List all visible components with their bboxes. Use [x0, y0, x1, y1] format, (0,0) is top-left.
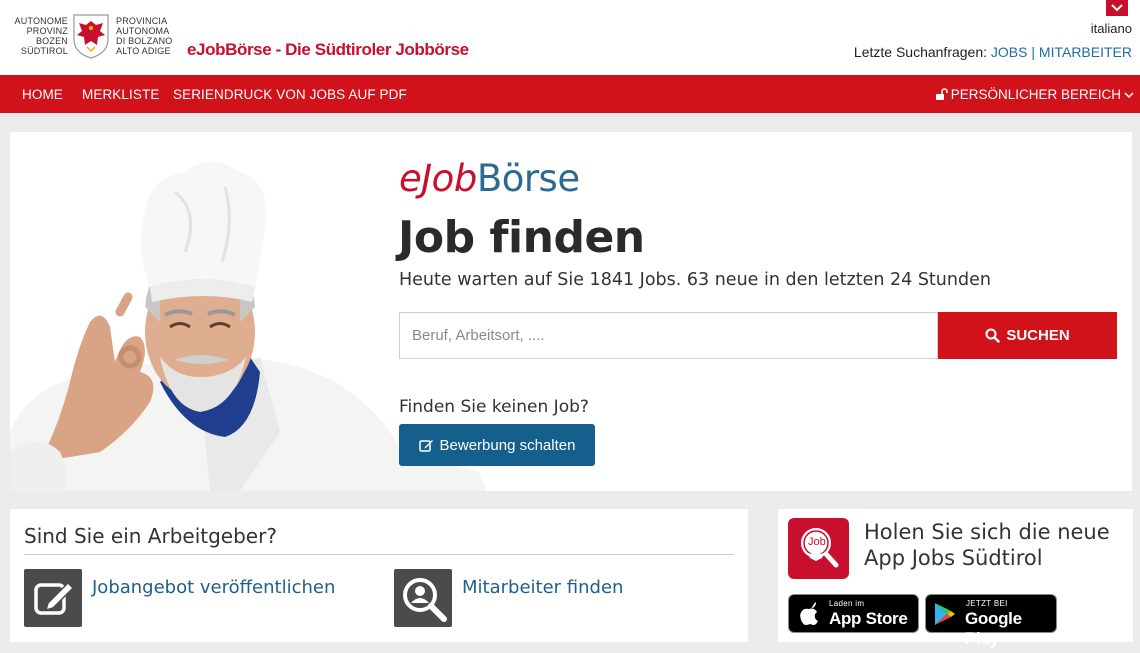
last-searches: Letzte Suchanfragen: JOBS | MITARBEITER — [854, 44, 1132, 60]
divider — [24, 554, 734, 555]
search-button-label: SUCHEN — [1006, 327, 1070, 344]
nav-personal-area[interactable]: PERSÖNLICHER BEREICH — [935, 87, 1134, 102]
logo-line: AUTONOMA — [116, 26, 170, 36]
google-play-icon — [935, 603, 955, 625]
brand-logo: eJobBörse — [399, 157, 580, 200]
unlock-icon — [935, 88, 948, 100]
app-store-small-label: Laden im — [829, 599, 865, 608]
publish-job-link[interactable]: Jobangebot veröffentlichen — [92, 577, 335, 598]
header: AUTONOME PROVINZ BOZEN SÜDTIROL PROVINCI… — [0, 0, 1140, 75]
last-searches-label: Letzte Suchanfragen: — [853, 44, 988, 60]
language-dropdown-toggle[interactable] — [1106, 0, 1128, 16]
site-title[interactable]: eJobBörse - Die Südtiroler Jobbörse — [187, 40, 469, 60]
logo-line: ALTO ADIGE — [116, 46, 171, 56]
app-promo-panel: Job Holen Sie sich die neue App Jobs Süd… — [778, 509, 1133, 648]
logo-line: DI BOLZANO — [116, 36, 173, 46]
google-play-small-label: JETZT BEI — [966, 599, 1008, 608]
hero-panel: eJobBörse Job finden Heute warten auf Si… — [10, 132, 1132, 491]
brand-logo-ejob: eJob — [399, 157, 477, 200]
search-button[interactable]: SUCHEN — [938, 312, 1117, 359]
job-search-input[interactable] — [399, 312, 938, 359]
apply-button-label: Bewerbung schalten — [439, 436, 576, 454]
apply-button[interactable]: Bewerbung schalten — [399, 424, 595, 466]
nav-bookmarks[interactable]: MERKLISTE — [82, 87, 159, 102]
nav-personal-label: PERSÖNLICHER BEREICH — [950, 87, 1121, 102]
last-searches-staff-link[interactable]: MITARBEITER — [1039, 44, 1132, 60]
nav-print-pdf[interactable]: SERIENDRUCK VON JOBS AUF PDF — [173, 87, 407, 102]
eagle-crest-icon[interactable] — [72, 13, 110, 59]
employer-panel: Sind Sie ein Arbeitgeber? Jobangebot ver… — [10, 509, 748, 642]
logo-line: PROVINZ — [26, 26, 68, 36]
nav-home[interactable]: HOME — [22, 87, 63, 102]
apple-icon — [800, 602, 818, 625]
logo-line: SÜDTIROL — [20, 46, 68, 56]
last-searches-jobs-link[interactable]: JOBS — [991, 44, 1028, 60]
main-nav: HOME MERKLISTE SERIENDRUCK VON JOBS AUF … — [0, 75, 1140, 113]
publish-job-icon[interactable] — [24, 569, 82, 627]
edit-icon — [418, 439, 433, 452]
province-name-de: AUTONOME PROVINZ BOZEN SÜDTIROL — [8, 16, 68, 56]
employer-title: Sind Sie ein Arbeitgeber? — [24, 524, 277, 548]
jobs-count-text: Heute warten auf Sie 1841 Jobs. 63 neue … — [399, 270, 991, 290]
logo-line: PROVINCIA — [116, 16, 168, 26]
search-icon — [985, 328, 1001, 343]
chevron-down-icon — [1111, 4, 1123, 12]
separator: | — [1031, 44, 1036, 60]
province-name-it: PROVINCIA AUTONOMA DI BOLZANO ALTO ADIGE — [116, 16, 186, 56]
chevron-down-icon — [1124, 91, 1134, 98]
app-logo-text: Job — [808, 536, 826, 548]
find-staff-icon[interactable] — [394, 569, 452, 627]
google-play-button[interactable]: JETZT BEI Google Play — [925, 594, 1057, 648]
page-title: Job finden — [398, 212, 645, 263]
app-store-label: App Store — [829, 609, 908, 628]
no-job-prompt: Finden Sie keinen Job? — [399, 397, 589, 417]
app-store-button[interactable]: Laden im App Store — [788, 594, 919, 633]
language-link[interactable]: italiano — [1091, 21, 1132, 36]
google-play-label: Google Play — [965, 609, 1022, 648]
find-staff-link[interactable]: Mitarbeiter finden — [462, 577, 623, 598]
brand-logo-boerse: Börse — [476, 157, 580, 200]
logo-line: AUTONOME — [14, 16, 68, 26]
logo-line: BOZEN — [35, 36, 68, 46]
app-logo[interactable]: Job — [788, 518, 849, 579]
app-promo-title: Holen Sie sich die neue App Jobs Südtiro… — [864, 520, 1110, 570]
